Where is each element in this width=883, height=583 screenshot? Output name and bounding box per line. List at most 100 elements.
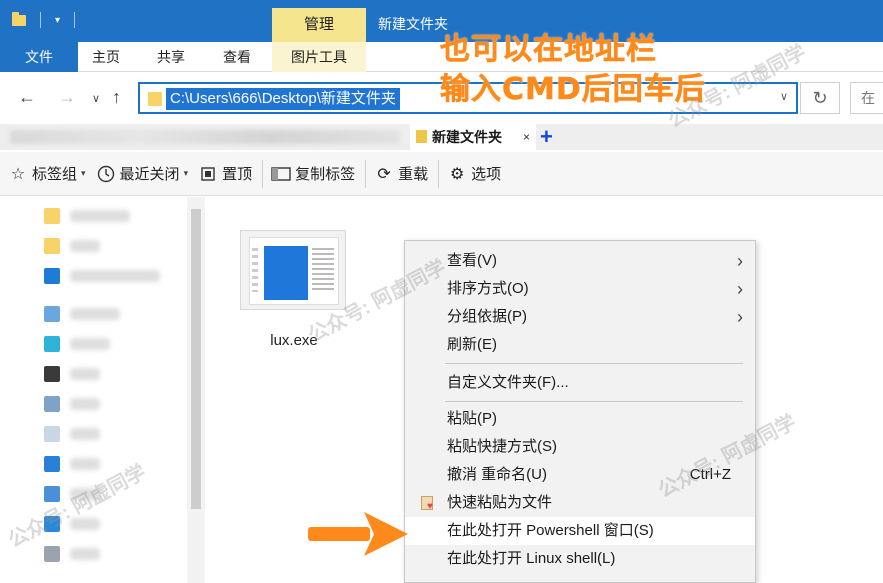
chevron-down-icon: ▾: [81, 168, 86, 178]
drive-icon: [44, 546, 60, 562]
menu-item-label: 排序方式(O): [447, 280, 529, 297]
recent-locations-button[interactable]: ∨: [92, 92, 100, 105]
copy-tab-button[interactable]: 复制标签: [271, 163, 355, 184]
arrow-right-icon: [308, 512, 408, 556]
blurred-label: [70, 428, 100, 440]
recent-closed-button[interactable]: 最近关闭 ▾: [96, 163, 188, 184]
tab-home[interactable]: 主页: [80, 42, 132, 72]
nav-item[interactable]: [44, 395, 164, 413]
pin-label: 置顶: [222, 166, 253, 183]
menu-divider: [445, 363, 743, 364]
copy-tab-icon: [271, 164, 291, 184]
folder-icon[interactable]: [12, 11, 26, 26]
scrollbar[interactable]: [187, 197, 205, 583]
close-icon[interactable]: ×: [523, 124, 530, 150]
menu-item-group[interactable]: 分组依据(P) ›: [405, 303, 755, 331]
tab-label: 新建文件夹: [432, 129, 502, 145]
chevron-down-icon[interactable]: ▾: [55, 15, 60, 26]
downloads-icon: [44, 456, 60, 472]
menu-item-view[interactable]: 查看(V) ›: [405, 247, 755, 275]
blurred-label: [70, 240, 100, 252]
star-icon: ☆: [10, 165, 26, 183]
thumbnail-lines: [312, 248, 334, 292]
thumbnail-panel: [264, 246, 308, 300]
divider: [438, 159, 440, 188]
menu-item-label: 查看(V): [447, 252, 497, 269]
menu-item-quick-paste[interactable]: ♥ 快速粘贴为文件: [405, 489, 755, 517]
divider: [365, 159, 367, 188]
blurred-label: [70, 398, 100, 410]
back-button[interactable]: ←: [18, 87, 36, 108]
tab-share[interactable]: 共享: [144, 42, 198, 72]
chevron-down-icon[interactable]: ∨: [780, 90, 788, 103]
up-button[interactable]: ↑: [112, 87, 121, 108]
heart-icon: ♥: [427, 501, 433, 512]
reload-button[interactable]: ⟳ 重载: [374, 163, 428, 184]
blurred-label: [70, 368, 100, 380]
document-tab-bar: 新建文件夹 × +: [0, 124, 883, 150]
reload-label: 重载: [398, 166, 429, 183]
blurred-label: [70, 270, 160, 282]
folder-icon: [44, 208, 60, 224]
toolbar: ☆ 标签组 ▾ 最近关闭 ▾ 置顶 复制标签 ⟳ 重载 ⚙ 选项: [0, 152, 883, 196]
computer-icon: [44, 306, 60, 322]
menu-item-label: 在此处打开 Powershell 窗口(S): [447, 522, 654, 539]
tab-new-folder[interactable]: 新建文件夹 ×: [410, 124, 536, 150]
thumbnail-preview: [249, 237, 339, 305]
copy-tab-label: 复制标签: [295, 166, 356, 183]
pin-icon: [198, 164, 218, 184]
refresh-button[interactable]: ↻: [800, 82, 840, 114]
annotation-callout: 也可以在地址栏 输入CMD后回车后: [440, 30, 706, 110]
nav-item[interactable]: [44, 365, 164, 383]
menu-item-label: 快速粘贴为文件: [447, 494, 553, 511]
bookmarks-button[interactable]: ☆ 标签组 ▾: [8, 163, 86, 184]
menu-item-label: 粘贴(P): [447, 410, 497, 427]
clock-icon: [96, 164, 116, 184]
options-button[interactable]: ⚙ 选项: [447, 163, 501, 184]
nav-item[interactable]: [44, 305, 164, 323]
nav-item[interactable]: [44, 455, 164, 473]
nav-item[interactable]: [44, 267, 164, 285]
menu-item-open-linux-shell[interactable]: 在此处打开 Linux shell(L): [405, 545, 755, 573]
address-input[interactable]: C:\Users\666\Desktop\新建文件夹: [166, 88, 400, 110]
blurred-tabs: [10, 130, 400, 144]
reload-icon: ⟳: [377, 165, 391, 183]
nav-item[interactable]: [44, 545, 164, 563]
tab-picture-tools[interactable]: 图片工具: [272, 42, 366, 72]
blurred-label: [70, 458, 100, 470]
folder-icon: [148, 92, 162, 106]
bookmarks-label: 标签组: [32, 166, 78, 183]
folder-icon: [416, 130, 427, 143]
scrollbar-thumb[interactable]: [191, 209, 201, 509]
thumbnail-sidebar: [252, 248, 258, 292]
menu-item-open-powershell[interactable]: 在此处打开 Powershell 窗口(S): [405, 517, 755, 545]
documents-icon: [44, 426, 60, 442]
menu-item-customize[interactable]: 自定义文件夹(F)...: [405, 369, 755, 397]
nav-item[interactable]: [44, 237, 164, 255]
pictures-icon: [44, 396, 60, 412]
tab-view[interactable]: 查看: [210, 42, 264, 72]
menu-item-sort[interactable]: 排序方式(O) ›: [405, 275, 755, 303]
pin-button[interactable]: 置顶: [198, 163, 252, 184]
forward-button[interactable]: →: [58, 87, 76, 108]
menu-item-label: 自定义文件夹(F)...: [447, 374, 569, 391]
blurred-label: [70, 308, 120, 320]
menu-item-label: 在此处打开 Linux shell(L): [447, 550, 616, 567]
nav-item[interactable]: [44, 335, 164, 353]
menu-item-label: 刷新(E): [447, 336, 497, 353]
window-title: 新建文件夹: [378, 16, 448, 32]
nav-item[interactable]: [44, 425, 164, 443]
quick-access-toolbar: ▾: [12, 11, 76, 28]
menu-item-refresh[interactable]: 刷新(E): [405, 331, 755, 359]
tab-file[interactable]: 文件: [0, 42, 78, 72]
chevron-right-icon: ›: [737, 251, 743, 271]
menu-item-paste[interactable]: 粘贴(P): [405, 405, 755, 433]
nav-item[interactable]: [44, 207, 164, 225]
add-tab-button[interactable]: +: [540, 124, 553, 150]
cloud-drive-icon: [44, 268, 60, 284]
search-input[interactable]: 在: [850, 82, 883, 114]
tab-manage[interactable]: 管理: [272, 8, 366, 42]
video-icon: [44, 366, 60, 382]
divider: [40, 12, 41, 28]
chevron-right-icon: ›: [737, 307, 743, 327]
